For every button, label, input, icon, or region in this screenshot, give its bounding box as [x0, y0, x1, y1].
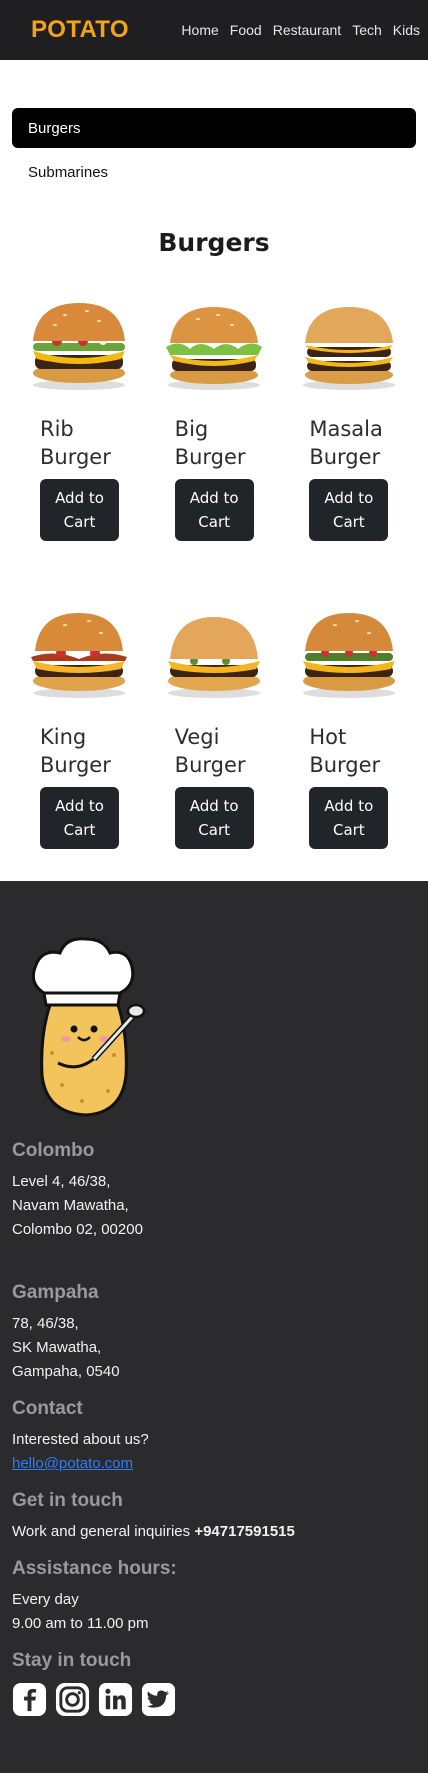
potato-chef-mascot-icon — [22, 935, 416, 1126]
address-line: Gampaha, 0540 — [12, 1363, 120, 1380]
social-links — [12, 1682, 416, 1717]
product-name: King Burger — [40, 725, 111, 777]
add-to-cart-button[interactable]: Add to Cart — [174, 787, 254, 849]
address-line: 78, 46/38, — [12, 1315, 79, 1332]
burger-image — [281, 593, 416, 713]
inquiries-text: Work and general inquiries — [12, 1523, 191, 1540]
add-to-cart-button[interactable]: Add to Cart — [309, 787, 389, 849]
burger-image — [147, 285, 282, 405]
burger-image — [12, 593, 147, 713]
burger-image — [12, 285, 147, 405]
address-line: Level 4, 46/38, — [12, 1173, 111, 1190]
contact-email-link[interactable]: hello@potato.com — [12, 1455, 133, 1472]
add-to-cart-button[interactable]: Add to Cart — [309, 479, 389, 541]
contact-block: Interested about us? hello@potato.com — [12, 1428, 416, 1476]
add-to-cart-button[interactable]: Add to Cart — [40, 787, 119, 849]
product-card: Hot Burger Add to Cart — [281, 593, 416, 849]
nav-links: Home Food Restaurant Tech Kids — [181, 22, 420, 38]
nav-link-tech[interactable]: Tech — [352, 22, 382, 38]
product-name: Big Burger — [174, 417, 246, 469]
hours-line: 9.00 am to 11.00 pm — [12, 1615, 149, 1632]
product-card: Masala Burger Add to Cart — [281, 285, 416, 541]
colombo-address: Level 4, 46/38, Navam Mawatha, Colombo 0… — [12, 1170, 416, 1242]
nav-link-food[interactable]: Food — [230, 22, 262, 38]
navbar: POTATO Home Food Restaurant Tech Kids — [0, 0, 428, 60]
category-submarines[interactable]: Submarines — [12, 152, 416, 192]
burger-image — [281, 285, 416, 405]
product-name: Rib Burger — [40, 417, 111, 469]
contact-text: Interested about us? — [12, 1431, 149, 1448]
burger-image — [147, 593, 282, 713]
linkedin-icon[interactable] — [98, 1682, 133, 1717]
product-grid-row: Rib Burger Add to Cart Big Burger Add to… — [0, 285, 428, 541]
product-card: Rib Burger Add to Cart — [12, 285, 147, 541]
address-line: Navam Mawatha, — [12, 1197, 129, 1214]
gampaha-address: 78, 46/38, SK Mawatha, Gampaha, 0540 — [12, 1312, 416, 1384]
footer-heading-social: Stay in touch — [12, 1650, 132, 1671]
product-name: Vegi Burger — [174, 725, 246, 777]
phone-number[interactable]: +94717591515 — [194, 1523, 295, 1540]
product-card: Vegi Burger Add to Cart — [147, 593, 282, 849]
product-card: Big Burger Add to Cart — [147, 285, 282, 541]
footer-heading-get-in-touch: Get in touch — [12, 1490, 123, 1511]
instagram-icon[interactable] — [55, 1682, 90, 1717]
section-title: Burgers — [158, 228, 270, 257]
facebook-icon[interactable] — [12, 1682, 47, 1717]
nav-link-restaurant[interactable]: Restaurant — [273, 22, 341, 38]
hours-block: Every day 9.00 am to 11.00 pm — [12, 1588, 416, 1636]
footer: Colombo Level 4, 46/38, Navam Mawatha, C… — [0, 881, 428, 1773]
footer-heading-hours: Assistance hours: — [12, 1558, 177, 1579]
add-to-cart-button[interactable]: Add to Cart — [40, 479, 119, 541]
brand-logo[interactable]: POTATO — [31, 16, 129, 44]
add-to-cart-button[interactable]: Add to Cart — [174, 479, 254, 541]
footer-heading-contact: Contact — [12, 1398, 83, 1419]
inquiries-line: Work and general inquiries +94717591515 — [12, 1520, 416, 1544]
address-line: SK Mawatha, — [12, 1339, 102, 1356]
product-name: Masala Burger — [309, 417, 383, 469]
product-card: King Burger Add to Cart — [12, 593, 147, 849]
nav-link-home[interactable]: Home — [181, 22, 218, 38]
product-name: Hot Burger — [309, 725, 381, 777]
category-burgers[interactable]: Burgers — [12, 108, 416, 148]
hours-line: Every day — [12, 1591, 79, 1608]
nav-link-kids[interactable]: Kids — [393, 22, 420, 38]
product-grid-row: King Burger Add to Cart Vegi Burger Add … — [0, 593, 428, 849]
footer-heading-gampaha: Gampaha — [12, 1282, 99, 1303]
category-list: Burgers Submarines — [0, 60, 428, 192]
address-line: Colombo 02, 00200 — [12, 1221, 143, 1238]
footer-heading-colombo: Colombo — [12, 1140, 95, 1161]
twitter-icon[interactable] — [141, 1682, 176, 1717]
